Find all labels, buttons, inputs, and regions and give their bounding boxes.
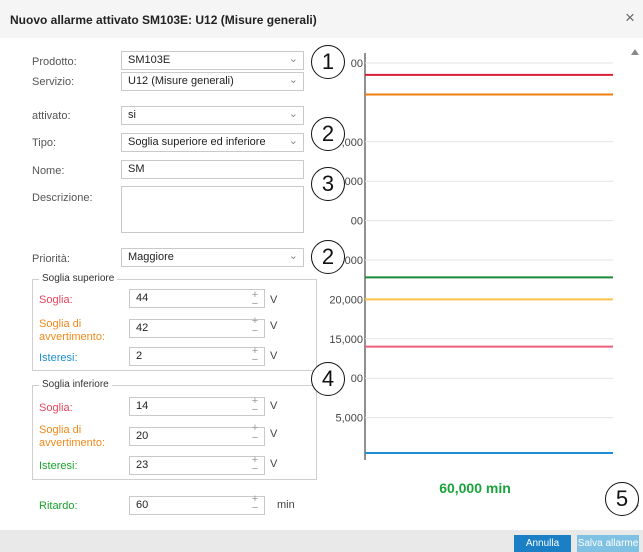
sup-soglia-input[interactable]: 44 — [129, 289, 265, 308]
callout-2a: 2 — [311, 117, 345, 151]
inf-avvertimento-input[interactable]: 20 — [129, 427, 265, 446]
inf-avvertimento-decrement[interactable]: − — [250, 433, 260, 444]
sup-isteresi-value: 2 — [136, 350, 143, 362]
inf-avvertimento-unit: V — [270, 428, 278, 440]
chart-tick-label: 20,000 — [330, 294, 363, 306]
descrizione-label: Descrizione: — [32, 192, 93, 204]
chart-tick-label: 000 — [345, 255, 363, 267]
inf-soglia-decrement[interactable]: − — [250, 405, 260, 416]
sup-isteresi-decrement[interactable]: − — [250, 355, 260, 366]
ritardo-input[interactable]: 60 — [129, 496, 265, 515]
sup-avvertimento-unit: V — [270, 320, 278, 332]
attivato-label: attivato: — [32, 110, 71, 122]
tipo-value: Soglia superiore ed inferiore — [128, 136, 266, 148]
chart-tick-label: 00 — [351, 58, 363, 70]
sup-isteresi-input[interactable]: 2 — [129, 347, 265, 366]
inf-isteresi-unit: V — [270, 458, 278, 470]
servizio-select[interactable]: U12 (Misure generali) ⌄ — [121, 72, 304, 91]
attivato-select[interactable]: si ⌄ — [121, 106, 304, 125]
inf-soglia-input[interactable]: 14 — [129, 397, 265, 416]
ritardo-unit: min — [277, 499, 295, 511]
tipo-label: Tipo: — [32, 137, 57, 149]
priorita-value: Maggiore — [128, 251, 174, 263]
sup-avvertimento-label-1: Soglia di — [39, 318, 82, 330]
callout-1: 1 — [311, 45, 345, 79]
ritardo-label: Ritardo: — [39, 500, 78, 512]
callout-5: 5 — [605, 482, 639, 516]
chart-tick-label: 5,000 — [335, 413, 363, 425]
sup-soglia-label: Soglia: — [39, 294, 73, 306]
save-alarm-button[interactable]: Salva allarme — [577, 535, 639, 552]
chart-scrollbar[interactable] — [630, 45, 640, 515]
inf-soglia-label: Soglia: — [39, 402, 73, 414]
ritardo-decrement[interactable]: − — [250, 503, 260, 514]
chart-x-label: 60,000 min — [439, 480, 511, 496]
attivato-value: si — [128, 109, 136, 121]
sup-soglia-decrement[interactable]: − — [250, 299, 260, 310]
priorita-label: Priorità: — [32, 253, 70, 265]
descrizione-textarea[interactable] — [121, 186, 304, 233]
inf-soglia-unit: V — [270, 400, 278, 412]
dialog-titlebar: Nuovo allarme attivato SM103E: U12 (Misu… — [0, 0, 643, 38]
callout-4: 4 — [311, 362, 345, 396]
chevron-down-icon: ⌄ — [288, 135, 298, 147]
callout-2b: 2 — [311, 240, 345, 274]
chevron-down-icon: ⌄ — [288, 53, 298, 65]
prodotto-value: SM103E — [128, 54, 171, 66]
soglia-superiore-legend: Soglia superiore — [39, 273, 118, 284]
priorita-select[interactable]: Maggiore ⌄ — [121, 248, 304, 267]
inf-avvertimento-label-2: avvertimento: — [39, 437, 106, 449]
chevron-down-icon: ⌄ — [288, 108, 298, 120]
inf-isteresi-input[interactable]: 23 — [129, 456, 265, 475]
sup-soglia-unit: V — [270, 294, 278, 306]
alarm-dialog: Nuovo allarme attivato SM103E: U12 (Misu… — [0, 0, 643, 552]
inf-isteresi-value: 23 — [136, 459, 149, 471]
sup-isteresi-label: Isteresi: — [39, 352, 78, 364]
inf-soglia-value: 14 — [136, 400, 149, 412]
servizio-label: Servizio: — [32, 76, 75, 88]
soglia-inferiore-legend: Soglia inferiore — [39, 379, 112, 390]
cancel-button[interactable]: Annulla — [514, 535, 571, 552]
dialog-title: Nuovo allarme attivato SM103E: U12 (Misu… — [10, 13, 317, 27]
sup-avvertimento-label-2: avvertimento: — [39, 331, 106, 343]
chart-tick-label: 00 — [351, 216, 363, 228]
nome-input[interactable]: SM — [121, 160, 304, 179]
nome-value: SM — [128, 163, 145, 175]
nome-label: Nome: — [32, 165, 65, 177]
prodotto-select[interactable]: SM103E ⌄ — [121, 51, 304, 70]
prodotto-label: Prodotto: — [32, 56, 77, 68]
sup-isteresi-unit: V — [270, 350, 278, 362]
sup-avvertimento-input[interactable]: 42 — [129, 319, 265, 338]
sup-avvertimento-decrement[interactable]: − — [250, 326, 260, 337]
inf-avvertimento-value: 20 — [136, 430, 149, 442]
chart-tick-label: 15,000 — [330, 334, 363, 346]
inf-isteresi-decrement[interactable]: − — [250, 464, 260, 475]
ritardo-value: 60 — [136, 499, 149, 511]
close-icon[interactable]: × — [622, 9, 638, 27]
servizio-value: U12 (Misure generali) — [128, 75, 234, 87]
inf-avvertimento-label-1: Soglia di — [39, 424, 82, 436]
threshold-chart: 0040,00035,0000000020,00015,000005,00060… — [330, 53, 613, 496]
chevron-down-icon: ⌄ — [288, 74, 298, 86]
callout-3: 3 — [311, 167, 345, 201]
sup-soglia-value: 44 — [136, 292, 149, 304]
sup-avvertimento-value: 42 — [136, 322, 149, 334]
tipo-select[interactable]: Soglia superiore ed inferiore ⌄ — [121, 133, 304, 152]
chart-tick-label: 00 — [351, 373, 363, 385]
chevron-down-icon: ⌄ — [288, 250, 298, 262]
inf-isteresi-label: Isteresi: — [39, 460, 78, 472]
